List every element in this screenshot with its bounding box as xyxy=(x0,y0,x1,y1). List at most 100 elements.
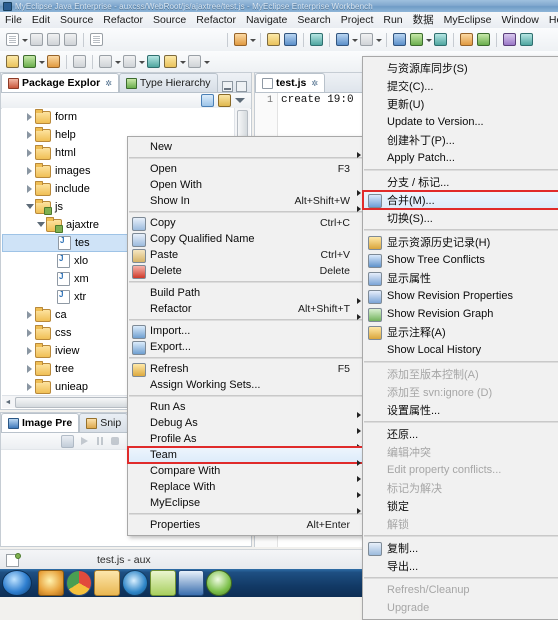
menu-item-myeclipse[interactable]: MyEclipse xyxy=(128,495,366,514)
new-package-dropdown-arrow[interactable] xyxy=(375,32,382,47)
chevron-right-icon[interactable] xyxy=(24,347,35,355)
collapse-all-icon[interactable] xyxy=(201,94,214,107)
team-menu-item-14[interactable]: 显示注释(A) xyxy=(363,323,558,341)
team-menu-item-23[interactable]: 锁定 xyxy=(363,497,558,515)
open-resource-icon[interactable] xyxy=(459,32,474,47)
menu-item-delete[interactable]: Delete Delete xyxy=(128,263,366,279)
menu-item-build-path[interactable]: Build Path xyxy=(128,285,366,304)
wand-icon[interactable] xyxy=(22,54,37,69)
menu-item-compare-with[interactable]: Compare With xyxy=(128,463,366,482)
play-icon[interactable] xyxy=(79,436,90,447)
chevron-right-icon[interactable] xyxy=(24,185,35,193)
team-menu-item-15[interactable]: Show Local History xyxy=(363,341,558,359)
chevron-right-icon[interactable] xyxy=(24,365,35,373)
menu-myeclipse[interactable]: MyEclipse xyxy=(439,13,497,28)
tab-package-explorer[interactable]: Package Explor ✲ xyxy=(1,73,119,92)
team-menu-item-12[interactable]: Show Revision Properties xyxy=(363,287,558,305)
tree-item[interactable]: form xyxy=(2,108,236,126)
menu-item-debug-as[interactable]: Debug As xyxy=(128,415,366,434)
run-icon[interactable] xyxy=(409,32,424,47)
forward-dropdown-arrow[interactable] xyxy=(179,54,186,69)
menu-item-export[interactable]: Export... xyxy=(128,339,366,355)
menu-item-import[interactable]: Import... xyxy=(128,323,366,339)
debug-icon[interactable] xyxy=(233,32,248,47)
team-menu-item-9[interactable]: 显示资源历史记录(H) xyxy=(363,233,558,251)
stop-icon[interactable] xyxy=(111,437,119,445)
team-menu-item-5[interactable]: Apply Patch... xyxy=(363,149,558,167)
link-editor-icon[interactable] xyxy=(218,94,231,107)
pause-icon[interactable] xyxy=(95,436,106,447)
tab-snippets[interactable]: Snip xyxy=(79,413,129,432)
menu-navigate[interactable]: Navigate xyxy=(241,13,292,28)
menu-file[interactable]: File xyxy=(0,13,27,28)
refresh-icon[interactable] xyxy=(61,434,74,448)
menu-search[interactable]: Search xyxy=(292,13,335,28)
team-menu-item-26[interactable]: 导出... xyxy=(363,557,558,575)
view-menu-icon[interactable] xyxy=(235,95,246,106)
new-package-icon[interactable] xyxy=(359,32,374,47)
context-menu[interactable]: New Open F3 Open With Show In Alt+Shift+W Copy… xyxy=(127,136,367,536)
team-menu-item-3[interactable]: Update to Version... xyxy=(363,113,558,131)
tab-test-js[interactable]: test.js ✲ xyxy=(255,73,326,92)
run-config-icon[interactable] xyxy=(392,32,407,47)
team-menu-item-7[interactable]: 合并(M)... xyxy=(362,190,558,210)
menu-item-paste[interactable]: Paste Ctrl+V xyxy=(128,247,366,263)
open-folder-icon[interactable] xyxy=(5,54,20,69)
run-dropdown-arrow[interactable] xyxy=(425,32,432,47)
menu-item-assign-working-sets[interactable]: Assign Working Sets... xyxy=(128,377,366,393)
menu-item-open[interactable]: Open F3 xyxy=(128,161,366,177)
team-menu-item-10[interactable]: Show Tree Conflicts xyxy=(363,251,558,269)
folder-icon[interactable] xyxy=(94,570,120,596)
package-icon[interactable] xyxy=(46,54,61,69)
back-nav-icon[interactable] xyxy=(187,54,202,69)
ie-icon[interactable] xyxy=(122,570,148,596)
menu-item-show-in[interactable]: Show In Alt+Shift+W xyxy=(128,193,366,212)
menu-project[interactable]: Project xyxy=(336,13,379,28)
chevron-down-icon[interactable] xyxy=(24,204,35,211)
search-icon[interactable] xyxy=(476,32,491,47)
prev-annotation-icon[interactable] xyxy=(122,54,137,69)
chevron-right-icon[interactable] xyxy=(24,113,35,121)
edit-icon[interactable] xyxy=(502,32,517,47)
menu-item-run-as[interactable]: Run As xyxy=(128,399,366,418)
team-menu-item-0[interactable]: 与资源库同步(S) xyxy=(363,59,558,77)
scroll-left-arrow[interactable]: ◄ xyxy=(2,399,14,406)
chevron-right-icon[interactable] xyxy=(24,149,35,157)
chevron-right-icon[interactable] xyxy=(24,311,35,319)
build-icon[interactable] xyxy=(89,32,104,47)
deploy-icon[interactable] xyxy=(266,32,281,47)
team-menu-item-19[interactable]: 还原... xyxy=(363,425,558,443)
tab-type-hierarchy[interactable]: Type Hierarchy xyxy=(118,73,218,92)
forward-icon[interactable] xyxy=(163,54,178,69)
open-type-icon[interactable] xyxy=(309,32,324,47)
media-player-icon[interactable] xyxy=(38,570,64,596)
pencil-icon[interactable] xyxy=(72,54,87,69)
team-menu-item-11[interactable]: 显示属性 xyxy=(363,269,558,287)
close-icon[interactable]: ✲ xyxy=(105,79,112,88)
menu-item-copy-qualified-name[interactable]: Copy Qualified Name xyxy=(128,231,366,247)
menu-help[interactable]: He xyxy=(544,13,558,28)
print-icon[interactable] xyxy=(63,32,78,47)
myeclipse-taskbar-icon[interactable] xyxy=(178,570,204,596)
team-menu-item-25[interactable]: 复制... xyxy=(363,539,558,557)
menu-item-refresh[interactable]: Refresh F5 xyxy=(128,361,366,377)
team-menu-item-13[interactable]: Show Revision Graph xyxy=(363,305,558,323)
back-icon[interactable] xyxy=(146,54,161,69)
chevron-down-icon[interactable] xyxy=(35,222,46,229)
menu-item-properties[interactable]: Properties Alt+Enter xyxy=(128,517,366,533)
menu-item-team[interactable]: Team xyxy=(127,446,367,466)
team-menu-item-8[interactable]: 切换(S)... xyxy=(363,209,558,227)
maximize-icon[interactable] xyxy=(236,81,247,92)
menu-item-profile-as[interactable]: Profile As xyxy=(128,431,366,450)
menu-window[interactable]: Window xyxy=(497,13,544,28)
server-icon[interactable] xyxy=(283,32,298,47)
menu-item-copy[interactable]: Copy Ctrl+C xyxy=(128,215,366,231)
close-icon[interactable]: ✲ xyxy=(311,79,318,88)
new-icon[interactable] xyxy=(5,32,20,47)
menu-item-open-with[interactable]: Open With xyxy=(128,177,366,196)
scrollbar-thumb[interactable] xyxy=(237,110,248,138)
chrome-icon[interactable] xyxy=(66,570,92,596)
team-menu-item-6[interactable]: 分支 / 标记... xyxy=(363,173,558,191)
minimize-icon[interactable] xyxy=(222,81,233,92)
globe-icon[interactable] xyxy=(519,32,534,47)
